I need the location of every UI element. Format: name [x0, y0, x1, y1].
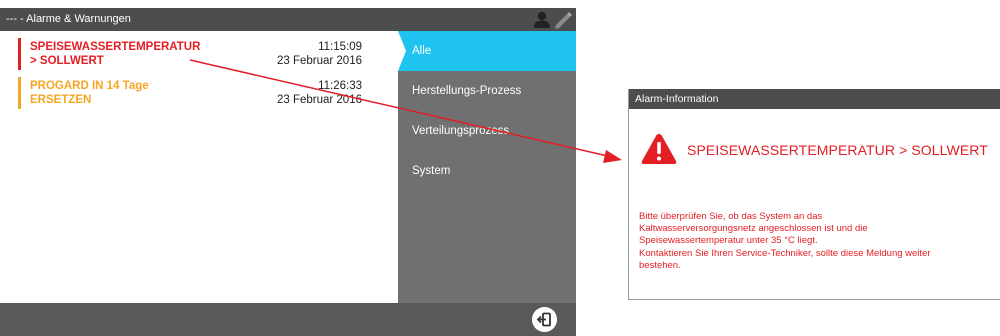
panel-footer [0, 303, 576, 336]
alarm-name: PROGARD IN 14 Tage ERSETZEN [30, 80, 149, 106]
alarm-item-progard[interactable]: PROGARD IN 14 Tage ERSETZEN 11:26:33 23 … [18, 74, 394, 110]
dialog-title: Alarm-Information [635, 93, 719, 105]
alarm-name: SPEISEWASSERTEMPERATUR > SOLLWERT [30, 41, 201, 67]
menu-item-alle[interactable]: Alle [398, 31, 576, 71]
alarm-list: SPEISEWASSERTEMPERATUR > SOLLWERT 11:15:… [0, 31, 398, 303]
active-notch [398, 31, 406, 71]
pen-icon[interactable] [552, 10, 572, 29]
menu-item-verteilungsprozess[interactable]: Verteilungsprozess [398, 111, 576, 151]
alarm-information-dialog: Alarm-Information SPEISEWASSERTEMPERATUR… [628, 89, 1000, 300]
panel-titlebar: --- - Alarme & Warnungen [0, 8, 576, 31]
severity-bar [18, 38, 21, 70]
user-icon[interactable] [534, 11, 550, 28]
exit-icon[interactable] [532, 307, 557, 332]
dialog-titlebar: Alarm-Information [629, 89, 1000, 109]
alarm-item-speisewasser[interactable]: SPEISEWASSERTEMPERATUR > SOLLWERT 11:15:… [18, 35, 394, 71]
severity-bar [18, 77, 21, 109]
alarm-timestamp: 11:15:09 23 Februar 2016 [276, 41, 362, 67]
dialog-alarm-name: SPEISEWASSERTEMPERATUR > SOLLWERT [687, 142, 988, 158]
alarm-panel: --- - Alarme & Warnungen SPEISEWASSERTEM… [0, 8, 576, 336]
warning-icon [641, 134, 677, 164]
alarm-timestamp: 11:26:33 23 Februar 2016 [276, 80, 362, 106]
menu-item-herstellungs-prozess[interactable]: Herstellungs-Prozess [398, 71, 576, 111]
menu-item-system[interactable]: System [398, 151, 576, 191]
dialog-message: Bitte überprüfen Sie, ob das System an d… [639, 211, 931, 271]
filter-menu: Alle Herstellungs-Prozess Verteilungspro… [398, 31, 576, 303]
panel-title: --- - Alarme & Warnungen [6, 13, 131, 25]
